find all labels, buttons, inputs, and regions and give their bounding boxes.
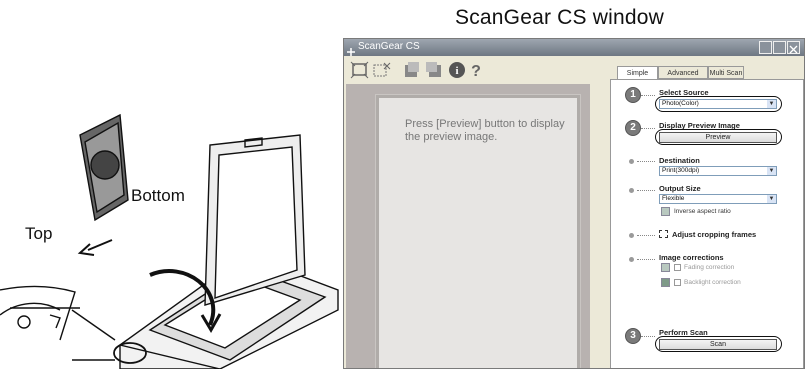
select-source-value: Photo(Color) (662, 100, 699, 107)
chevron-down-icon[interactable]: ▼ (767, 167, 776, 175)
simple-mode-panel: 1 Select Source Photo(Color) ▼ 2 Display… (610, 79, 804, 368)
leader-dots (637, 259, 655, 260)
svg-text:?: ? (471, 63, 481, 79)
figure-heading: ScanGear CS window (455, 6, 665, 29)
step-dot (629, 159, 634, 164)
backlight-correction-checkbox[interactable] (674, 279, 681, 286)
image-corrections-label: Image corrections (659, 253, 724, 262)
label-top: Top (25, 224, 53, 243)
step-2-badge: 2 (625, 120, 641, 136)
leader-dots (637, 235, 655, 236)
clear-crop-icon[interactable] (372, 61, 392, 79)
fading-correction-icon (661, 263, 670, 272)
inverse-aspect-icon[interactable] (661, 207, 670, 216)
window-title: ScanGear CS (358, 41, 420, 52)
scan-button[interactable]: Scan (659, 339, 777, 350)
settings-panel: Simple Mode Advanced Mode Multi Scan 1 S… (610, 66, 804, 368)
svg-text:i: i (455, 65, 458, 77)
select-source-dropdown[interactable]: Photo(Color) ▼ (659, 99, 777, 109)
output-size-value: Flexible (662, 195, 685, 202)
output-size-label: Output Size (659, 184, 701, 193)
step-1-badge: 1 (625, 87, 641, 103)
info-icon[interactable]: i (448, 61, 468, 79)
close-button[interactable] (787, 41, 800, 54)
crop-frame-icon[interactable] (659, 230, 668, 238)
scangear-window: ScanGear CS i ? Press [Preview] button t… (343, 38, 805, 369)
title-bar: ScanGear CS (344, 39, 804, 56)
inverse-aspect-label: Inverse aspect ratio (674, 208, 731, 215)
rotate-left-icon[interactable] (402, 61, 422, 79)
destination-label: Destination (659, 156, 700, 165)
leader-dots (637, 190, 655, 191)
minimize-button[interactable] (759, 41, 772, 54)
preview-message: Press [Preview] button to display the pr… (405, 118, 565, 143)
fading-correction-checkbox[interactable] (674, 264, 681, 271)
backlight-correction-label: Backlight correction (684, 279, 741, 286)
tab-simple-mode[interactable]: Simple Mode (617, 66, 658, 90)
tab-advanced-mode[interactable]: Advanced Mode (658, 66, 708, 90)
leader-dots (641, 128, 655, 129)
auto-crop-icon[interactable] (350, 61, 370, 79)
output-size-dropdown[interactable]: Flexible ▼ (659, 194, 777, 204)
fading-correction-label: Fading correction (684, 264, 735, 271)
maximize-button[interactable] (773, 41, 786, 54)
step-dot (629, 233, 634, 238)
label-bottom: Bottom (131, 186, 185, 205)
adjust-cropping-label: Adjust cropping frames (672, 230, 757, 239)
leader-dots (641, 336, 655, 337)
preview-area: Press [Preview] button to display the pr… (376, 95, 580, 368)
leader-dots (641, 95, 655, 96)
preview-pane: Press [Preview] button to display the pr… (346, 84, 590, 368)
chevron-down-icon[interactable]: ▼ (767, 195, 776, 203)
preview-button[interactable]: Preview (659, 132, 777, 143)
step-dot (629, 188, 634, 193)
help-icon[interactable]: ? (468, 61, 488, 80)
app-icon (347, 43, 355, 56)
destination-dropdown[interactable]: Print(300dpi) ▼ (659, 166, 777, 176)
rotate-right-icon[interactable] (424, 61, 444, 79)
backlight-correction-icon (661, 278, 670, 287)
destination-value: Print(300dpi) (662, 167, 700, 174)
leader-dots (637, 161, 655, 162)
step-3-badge: 3 (625, 328, 641, 344)
step-dot (629, 257, 634, 262)
scanner-illustration (0, 113, 339, 369)
tab-multi-scan[interactable]: Multi Scan (708, 66, 744, 79)
chevron-down-icon[interactable]: ▼ (767, 100, 776, 108)
